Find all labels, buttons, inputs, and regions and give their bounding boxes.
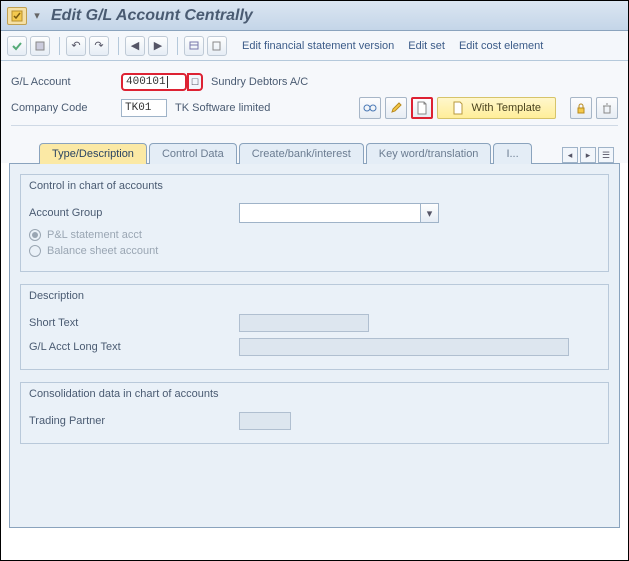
chevron-down-icon: ▾	[420, 204, 438, 222]
company-code-label: Company Code	[11, 102, 121, 114]
dropdown-icon[interactable]: ▾	[31, 7, 43, 25]
group-description-title: Description	[21, 285, 608, 307]
redo-button[interactable]: ↷	[89, 36, 109, 56]
gl-account-label: G/L Account	[11, 76, 121, 88]
short-text-input[interactable]	[239, 314, 369, 332]
delete-button[interactable]	[596, 97, 618, 119]
gl-account-desc: Sundry Debtors A/C	[211, 76, 308, 88]
save-button[interactable]	[30, 36, 50, 56]
account-group-select[interactable]: ▾	[239, 203, 439, 223]
link-edit-cost[interactable]: Edit cost element	[459, 40, 543, 52]
tab-create-bank-interest[interactable]: Create/bank/interest	[239, 143, 364, 164]
tab-keyword-translation[interactable]: Key word/translation	[366, 143, 492, 164]
tab-scroll-left-icon[interactable]: ◂	[562, 147, 578, 163]
tab-scroll-right-icon[interactable]: ▸	[580, 147, 596, 163]
company-code-input[interactable]: TK01	[121, 99, 167, 117]
undo-button[interactable]: ↶	[66, 36, 86, 56]
next-button[interactable]: ▶	[148, 36, 168, 56]
prev-button[interactable]: ◀	[125, 36, 145, 56]
tab-list-icon[interactable]: ☰	[598, 147, 614, 163]
lock-button[interactable]	[570, 97, 592, 119]
tab-info[interactable]: I...	[493, 143, 531, 164]
long-text-label: G/L Acct Long Text	[29, 341, 239, 353]
account-group-label: Account Group	[29, 207, 239, 219]
company-code-desc: TK Software limited	[175, 102, 270, 114]
tabstrip: Type/Description Control Data Create/ban…	[1, 132, 628, 163]
group-control-chart: Control in chart of accounts Account Gro…	[20, 174, 609, 272]
glasses-button[interactable]	[359, 97, 381, 119]
app-window: ▾ Edit G/L Account Centrally ↶ ↷ ◀ ▶ Edi…	[0, 0, 629, 561]
link-edit-set[interactable]: Edit set	[408, 40, 445, 52]
link-edit-fsv[interactable]: Edit financial statement version	[242, 40, 394, 52]
gl-account-f4-icon[interactable]: ☐	[187, 73, 203, 91]
with-template-button[interactable]: With Template	[437, 97, 557, 119]
group-consolidation: Consolidation data in chart of accounts …	[20, 382, 609, 444]
radio-pl-statement[interactable]: P&L statement acct	[29, 229, 600, 241]
tab-control-data[interactable]: Control Data	[149, 143, 237, 164]
group-control-title: Control in chart of accounts	[21, 175, 608, 197]
tab-body: Control in chart of accounts Account Gro…	[9, 163, 620, 528]
window-titlebar: ▾ Edit G/L Account Centrally	[1, 1, 628, 31]
other-button[interactable]	[207, 36, 227, 56]
gl-account-input[interactable]: 400101	[121, 73, 187, 91]
edit-button[interactable]	[385, 97, 407, 119]
check-button[interactable]	[7, 36, 27, 56]
trading-partner-label: Trading Partner	[29, 415, 239, 427]
short-text-label: Short Text	[29, 317, 239, 329]
trading-partner-input[interactable]	[239, 412, 291, 430]
app-icon	[7, 7, 27, 25]
long-text-input[interactable]	[239, 338, 569, 356]
window-title: Edit G/L Account Centrally	[51, 7, 253, 25]
tab-type-description[interactable]: Type/Description	[39, 143, 147, 164]
create-button[interactable]	[411, 97, 433, 119]
toolbar: ↶ ↷ ◀ ▶ Edit financial statement version…	[1, 31, 628, 61]
group-description: Description Short Text G/L Acct Long Tex…	[20, 284, 609, 370]
group-consolidation-title: Consolidation data in chart of accounts	[21, 383, 608, 405]
display-button[interactable]	[184, 36, 204, 56]
header-area: G/L Account 400101 ☐ Sundry Debtors A/C …	[1, 61, 628, 132]
radio-balance-sheet[interactable]: Balance sheet account	[29, 245, 600, 257]
